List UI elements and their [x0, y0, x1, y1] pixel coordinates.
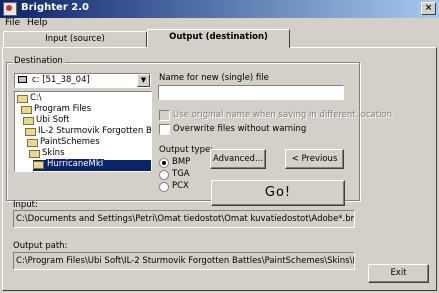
- radio-tga-label: TGA: [172, 169, 190, 179]
- tab-output[interactable]: Output (destination): [147, 29, 290, 48]
- menu-help[interactable]: Help: [27, 18, 48, 28]
- radio-bmp-label: BMP: [172, 157, 191, 167]
- chevron-down-icon[interactable]: ▼: [137, 74, 150, 87]
- exit-button[interactable]: Exit: [368, 264, 429, 283]
- folder-open-icon: [21, 106, 32, 114]
- name-input[interactable]: [158, 85, 344, 100]
- folder-icon: [33, 161, 44, 169]
- close-button[interactable]: ×: [421, 2, 436, 15]
- radio-tga[interactable]: [159, 170, 169, 180]
- window-title: Brighter 2.0: [21, 2, 89, 13]
- drive-value: c: [51_38_04]: [32, 75, 90, 85]
- go-button[interactable]: Go!: [211, 180, 345, 206]
- folder-open-icon: [29, 150, 40, 158]
- radio-pcx-label: PCX: [172, 181, 189, 191]
- title-bar: Brighter 2.0 ×: [0, 0, 439, 18]
- drive-select[interactable]: c: [51_38_04] ▼: [14, 73, 151, 88]
- tab-input[interactable]: Input (source): [3, 31, 147, 47]
- folder-open-icon: [17, 95, 28, 103]
- output-path-label: Output path:: [13, 241, 68, 251]
- input-path: C:\Documents and Settings\Petri\Omat tie…: [13, 210, 355, 228]
- menu-file[interactable]: File: [5, 18, 20, 28]
- overwrite-checkbox[interactable]: [159, 124, 170, 135]
- folder-open-icon: [25, 128, 36, 136]
- output-type-label: Output type:: [159, 145, 214, 155]
- use-original-name-checkbox[interactable]: [159, 110, 170, 121]
- input-label: Input:: [13, 200, 38, 210]
- output-path: C:\Program Files\Ubi Soft\IL-2 Sturmovik…: [13, 252, 355, 270]
- advanced-button[interactable]: Advanced...: [210, 149, 266, 169]
- use-original-name-label: Use original name when saving in differe…: [173, 110, 393, 120]
- radio-pcx[interactable]: [159, 182, 169, 192]
- name-label: Name for new (single) file: [159, 73, 269, 83]
- previous-button[interactable]: < Previous: [285, 149, 344, 169]
- folder-open-icon: [27, 139, 38, 147]
- destination-label: Destination: [12, 56, 65, 66]
- drive-icon: [18, 76, 27, 83]
- folder-open-icon: [23, 117, 34, 125]
- overwrite-label: Overwrite files without warning: [173, 124, 307, 134]
- folder-tree[interactable]: C:\ Program Files Ubi Soft IL-2 Sturmovi…: [14, 91, 152, 172]
- tree-item-selected[interactable]: HurricaneMkI: [33, 159, 151, 171]
- radio-bmp[interactable]: [159, 158, 169, 168]
- app-icon: [3, 2, 17, 16]
